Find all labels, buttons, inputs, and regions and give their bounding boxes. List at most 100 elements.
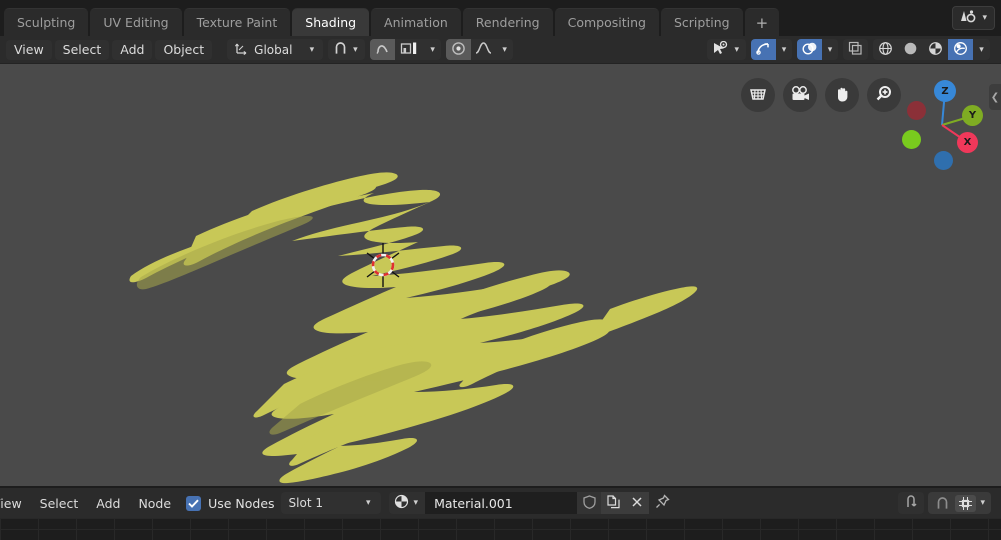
menu-label: Add bbox=[120, 42, 145, 57]
snap-increment-icon bbox=[400, 41, 419, 58]
tab-label: UV Editing bbox=[103, 15, 169, 30]
topbar-right: ▾ bbox=[952, 0, 1001, 36]
chevron-down-icon: ▾ bbox=[502, 44, 507, 55]
viewport-menu-object[interactable]: Object bbox=[155, 39, 213, 60]
falloff-type-button[interactable] bbox=[471, 39, 497, 60]
add-workspace-button[interactable]: + bbox=[744, 8, 780, 36]
pan-view-hand-icon bbox=[832, 84, 852, 107]
tab-label: Sculpting bbox=[17, 15, 76, 30]
chevron-down-icon: ▾ bbox=[781, 44, 787, 55]
blender-window: Sculpting UV Editing Texture Paint Shadi… bbox=[0, 0, 1001, 540]
zoom-view-magnifier-icon bbox=[874, 84, 894, 107]
shading-solid-button[interactable] bbox=[898, 39, 923, 60]
topbar: Sculpting UV Editing Texture Paint Shadi… bbox=[0, 0, 1001, 36]
snap-settings-group[interactable]: ▾ bbox=[369, 39, 441, 60]
shading-wireframe-button[interactable] bbox=[873, 39, 898, 60]
snap-node-element-icon bbox=[955, 494, 977, 512]
object-visibility-icon bbox=[712, 40, 729, 58]
viewport-menu-select[interactable]: Select bbox=[54, 39, 110, 60]
menu-label: Select bbox=[39, 495, 79, 511]
shader-menu-select[interactable]: Select bbox=[31, 492, 88, 514]
object-visibility-dropdown[interactable]: ▾ bbox=[707, 39, 746, 60]
gizmo-axis-z-positive[interactable]: Z bbox=[934, 80, 956, 102]
shading-rendered-button[interactable] bbox=[948, 39, 973, 60]
go-to-parent-arrow-icon bbox=[904, 494, 919, 512]
workspace-tab-compositing[interactable]: Compositing bbox=[554, 8, 659, 36]
pan-view-button[interactable] bbox=[825, 78, 859, 112]
fake-user-button[interactable] bbox=[577, 492, 602, 514]
sidebar-collapse-tab[interactable]: ❮ bbox=[989, 84, 1001, 110]
new-material-button[interactable] bbox=[601, 492, 626, 514]
toggle-orthographic-button[interactable] bbox=[741, 78, 775, 112]
tab-label: Shading bbox=[305, 15, 357, 30]
view-axis-gizmo[interactable]: Z Y X bbox=[896, 78, 983, 170]
shader-menu-view[interactable]: View bbox=[0, 492, 31, 514]
overlays-group[interactable]: ▾ bbox=[797, 39, 838, 60]
workspace-tab-shading[interactable]: Shading bbox=[292, 8, 370, 36]
use-nodes-checkbox[interactable] bbox=[186, 495, 202, 511]
shading-caret-button[interactable]: ▾ bbox=[973, 39, 990, 60]
gizmo-caret-button[interactable]: ▾ bbox=[776, 39, 792, 60]
shading-material-preview-icon bbox=[928, 41, 943, 59]
x-ray-toggle[interactable] bbox=[843, 39, 868, 60]
go-to-parent-button[interactable] bbox=[898, 492, 925, 514]
falloff-caret-button[interactable]: ▾ bbox=[497, 39, 513, 60]
material-slot-dropdown[interactable]: Slot 1 ▾ bbox=[280, 492, 381, 514]
use-nodes-label: Use Nodes bbox=[208, 495, 275, 511]
pin-material-button[interactable] bbox=[649, 492, 675, 514]
3d-object-mesh[interactable] bbox=[0, 64, 1001, 486]
unlink-material-button[interactable] bbox=[625, 492, 650, 514]
snap-toggle[interactable]: ▾ bbox=[328, 39, 365, 60]
shader-editor[interactable]: Principled BSDF View Select Add Node Use… bbox=[0, 486, 1001, 540]
overlays-toggle[interactable] bbox=[797, 39, 822, 60]
magnet-icon bbox=[932, 496, 953, 511]
node-snap-group[interactable]: ▾ bbox=[928, 492, 991, 514]
node-canvas[interactable] bbox=[0, 518, 1001, 540]
shading-material-preview-button[interactable] bbox=[923, 39, 948, 60]
material-name-field[interactable]: Material.001 bbox=[425, 492, 578, 514]
3d-cursor bbox=[366, 243, 400, 287]
tab-label: Scripting bbox=[673, 15, 730, 30]
transform-orientation-dropdown[interactable]: Global ▾ bbox=[227, 39, 324, 60]
camera-view-button[interactable] bbox=[783, 78, 817, 112]
snap-increment-toggle[interactable] bbox=[395, 39, 425, 60]
overlays-caret-button[interactable]: ▾ bbox=[822, 39, 838, 60]
workspace-tab-scripting[interactable]: Scripting bbox=[660, 8, 743, 36]
falloff-curve-icon bbox=[475, 41, 492, 58]
viewport-menu-view[interactable]: View bbox=[6, 39, 52, 60]
gizmo-axis-x-positive[interactable]: X bbox=[957, 132, 978, 153]
chevron-down-icon: ▾ bbox=[827, 44, 833, 55]
3d-viewport[interactable]: View Select Add Object Global ▾ ▾ ▾ ▾ ▾ … bbox=[0, 36, 1001, 486]
scene-selector[interactable]: ▾ bbox=[952, 6, 995, 30]
axis-label: Z bbox=[941, 85, 949, 97]
proportional-falloff-group[interactable]: ▾ bbox=[445, 39, 513, 60]
add-workspace-label: + bbox=[755, 13, 769, 32]
menu-label: Select bbox=[62, 42, 102, 57]
shader-menu-node[interactable]: Node bbox=[129, 492, 180, 514]
shader-menu-add[interactable]: Add bbox=[87, 492, 129, 514]
workspace-tab-rendering[interactable]: Rendering bbox=[462, 8, 553, 36]
camera-view-icon bbox=[790, 84, 811, 107]
gizmo-group[interactable]: ▾ bbox=[751, 39, 792, 60]
viewport-menu-add[interactable]: Add bbox=[112, 39, 153, 60]
snap-caret-button[interactable]: ▾ bbox=[425, 39, 441, 60]
workspace-tab-animation[interactable]: Animation bbox=[371, 8, 461, 36]
shading-mode-group[interactable]: ▾ bbox=[873, 39, 990, 60]
gizmo-toggle[interactable] bbox=[751, 39, 776, 60]
chevron-left-icon: ❮ bbox=[990, 91, 1000, 103]
chevron-down-icon: ▾ bbox=[979, 44, 984, 55]
tab-label: Rendering bbox=[475, 15, 540, 30]
gizmo-axis-y-positive[interactable]: Y bbox=[962, 105, 983, 126]
material-browse-button[interactable]: ▾ bbox=[388, 492, 426, 514]
workspace-tab-texture-paint[interactable]: Texture Paint bbox=[183, 8, 291, 36]
proportional-toggle-2[interactable] bbox=[445, 39, 471, 60]
workspace-tab-sculpting[interactable]: Sculpting bbox=[4, 8, 89, 36]
gizmo-axis-x-negative[interactable] bbox=[907, 101, 926, 120]
menu-label: Object bbox=[163, 42, 205, 57]
shading-solid-icon bbox=[903, 41, 918, 59]
gizmo-axis-y-negative[interactable] bbox=[902, 130, 921, 149]
gizmo-axis-z-negative[interactable] bbox=[934, 151, 953, 170]
proportional-edit-toggle[interactable] bbox=[369, 39, 395, 60]
workspace-tab-uv-editing[interactable]: UV Editing bbox=[90, 8, 182, 36]
shading-rendered-icon bbox=[953, 41, 968, 59]
